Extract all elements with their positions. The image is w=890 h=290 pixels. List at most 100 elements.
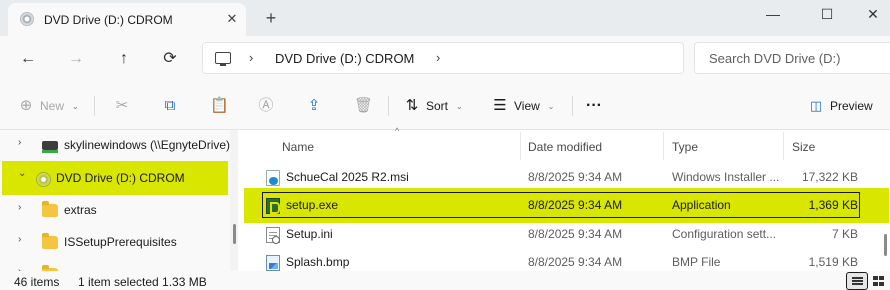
item-count: 46 items <box>14 275 60 289</box>
file-size: 1,519 KB <box>808 255 858 269</box>
file-type: BMP File <box>672 255 721 269</box>
tiles-view-icon <box>873 276 878 280</box>
title-bar: DVD Drive (D:) CDROM ✕ + — ☐ ✕ <box>0 0 890 36</box>
rename-button[interactable]: Ⓐ <box>258 94 274 118</box>
tab-title: DVD Drive (D:) CDROM <box>44 13 173 27</box>
column-header-type[interactable]: Type <box>672 134 698 160</box>
file-type: Configuration sett... <box>672 227 777 241</box>
folder-icon <box>42 233 58 249</box>
share-icon: ⇪ <box>307 97 321 114</box>
nav-item-dvd-drive[interactable]: ⌄ DVD Drive (D:) CDROM <box>0 163 230 193</box>
nav-item-label: DVD Drive (D:) CDROM <box>56 171 185 185</box>
details-view-icon <box>852 277 863 279</box>
dvd-drive-icon <box>36 172 51 187</box>
sort-icon: ⇅ <box>405 97 419 114</box>
plus-circle-icon: ⊕ <box>19 97 33 114</box>
close-tab-icon[interactable]: ✕ <box>222 9 242 29</box>
address-row: ← → ↑ ⟳ › DVD Drive (D:) CDROM › Search … <box>0 36 890 82</box>
nav-item-issetupprerequisites[interactable]: › ISSetupPrerequisites <box>0 227 230 257</box>
chevron-down-icon: ⌄ <box>72 101 79 111</box>
column-header-size[interactable]: Size <box>792 134 815 160</box>
refresh-button[interactable]: ⟳ <box>156 45 184 73</box>
tab-dvd-drive[interactable]: DVD Drive (D:) CDROM ✕ <box>8 3 246 36</box>
nav-item-skylinewindows[interactable]: › skylinewindows (\\EgnyteDrive) <box>0 130 230 160</box>
close-window-button[interactable]: ✕ <box>850 0 890 30</box>
cut-button[interactable]: ✂ <box>114 94 130 118</box>
preview-pane-icon: ◫ <box>809 98 823 113</box>
file-size: 17,322 KB <box>801 170 858 184</box>
column-divider[interactable] <box>663 132 664 160</box>
new-tab-button[interactable]: + <box>260 7 282 29</box>
back-button[interactable]: ← <box>14 45 42 73</box>
up-button[interactable]: ↑ <box>110 45 138 73</box>
chevron-down-icon[interactable]: ⌄ <box>18 168 28 179</box>
toolbar-divider <box>388 96 389 116</box>
chevron-right-icon[interactable]: › <box>18 137 28 148</box>
preview-pane-button[interactable]: ◫ Preview <box>808 94 873 118</box>
file-name: Setup.ini <box>286 227 333 241</box>
column-header-name[interactable]: Name <box>282 134 314 160</box>
sort-label: Sort <box>426 99 449 113</box>
nav-scrollbar[interactable] <box>233 224 236 244</box>
config-file-icon <box>266 227 280 244</box>
copy-icon: ⧉ <box>164 97 176 114</box>
search-box[interactable]: Search DVD Drive (D:) <box>694 42 890 74</box>
file-row-setup-ini[interactable]: Setup.ini 8/8/2025 9:34 AM Configuration… <box>238 221 890 248</box>
file-date: 8/8/2025 9:34 AM <box>528 227 623 241</box>
breadcrumb-dvd-drive[interactable]: DVD Drive (D:) CDROM <box>275 51 414 66</box>
application-file-icon <box>266 198 280 214</box>
more-options-button[interactable]: ··· <box>586 94 602 118</box>
column-divider[interactable] <box>520 132 521 160</box>
installer-file-icon <box>266 170 280 186</box>
details-view-button[interactable] <box>846 272 868 290</box>
forward-button[interactable]: → <box>62 45 90 73</box>
minimize-button[interactable]: — <box>750 0 796 30</box>
search-placeholder: Search DVD Drive (D:) <box>709 51 841 66</box>
chevron-right-icon[interactable]: › <box>18 234 28 245</box>
file-date: 8/8/2025 9:34 AM <box>528 255 623 269</box>
selection-info: 1 item selected 1.33 MB <box>78 275 207 289</box>
nav-item-extras[interactable]: › extras <box>0 195 230 225</box>
this-pc-icon <box>215 52 231 66</box>
column-divider[interactable] <box>783 132 784 160</box>
toolbar-divider <box>94 96 95 116</box>
nav-item-label: extras <box>64 203 97 217</box>
file-name: SchueCal 2025 R2.msi <box>286 170 409 184</box>
sort-ascending-icon: ^ <box>395 126 400 136</box>
maximize-button[interactable]: ☐ <box>804 0 850 30</box>
address-bar[interactable]: › DVD Drive (D:) CDROM › <box>202 42 684 74</box>
trash-icon: 🗑 <box>354 97 374 114</box>
sort-button[interactable]: ⇅ Sort ⌄ <box>404 94 463 118</box>
preview-label: Preview <box>830 99 873 113</box>
file-size: 7 KB <box>831 227 858 241</box>
dvd-drive-icon <box>20 12 34 26</box>
breadcrumb-separator[interactable]: › <box>249 50 253 65</box>
nav-item-partial[interactable]: › <box>0 259 230 271</box>
view-button[interactable]: ☰ View ⌄ <box>492 94 555 118</box>
file-size: 1,369 KB <box>808 198 858 212</box>
file-name: Splash.bmp <box>286 255 350 269</box>
network-drive-icon <box>42 141 58 153</box>
chevron-down-icon: ⌄ <box>547 101 555 111</box>
chevron-right-icon[interactable]: › <box>18 202 28 213</box>
new-button[interactable]: ⊕ New ⌄ <box>18 94 79 118</box>
scissors-icon: ✂ <box>115 97 129 114</box>
share-button[interactable]: ⇪ <box>306 94 322 118</box>
command-bar: ⊕ New ⌄ ✂ ⧉ 📋 Ⓐ ⇪ 🗑 ⇅ Sort ⌄ ☰ View ⌄ ··… <box>0 82 890 130</box>
file-row-setup-exe[interactable]: setup.exe 8/8/2025 9:34 AM Application 1… <box>238 192 890 219</box>
breadcrumb-separator[interactable]: › <box>436 50 440 65</box>
file-date: 8/8/2025 9:34 AM <box>528 170 623 184</box>
file-list-scrollbar[interactable] <box>884 234 887 256</box>
file-row-schuecal-msi[interactable]: SchueCal 2025 R2.msi 8/8/2025 9:34 AM Wi… <box>238 164 890 191</box>
new-label: New <box>40 99 65 113</box>
copy-button[interactable]: ⧉ <box>162 94 178 118</box>
view-icon: ☰ <box>493 97 507 114</box>
paste-button[interactable]: 📋 <box>210 94 229 118</box>
file-type: Application <box>672 198 731 212</box>
tiles-view-button[interactable] <box>868 272 890 290</box>
delete-button[interactable]: 🗑 <box>354 94 374 118</box>
file-type: Windows Installer ... <box>672 170 780 184</box>
column-header-date[interactable]: Date modified <box>528 134 602 160</box>
file-date: 8/8/2025 9:34 AM <box>528 198 623 212</box>
file-name: setup.exe <box>286 198 339 212</box>
